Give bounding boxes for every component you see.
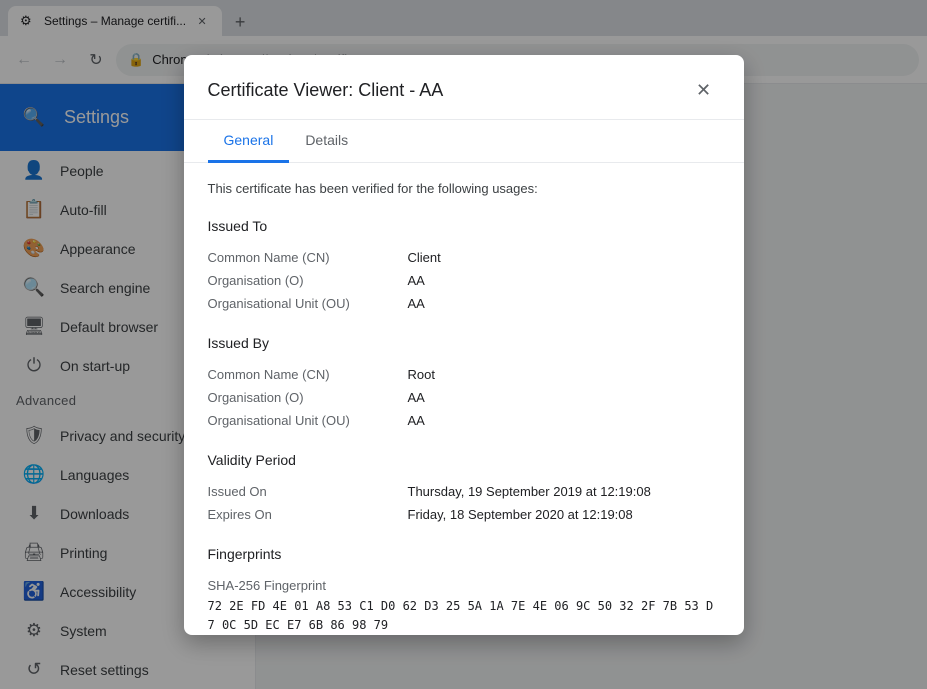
cert-field-name-org-by: Organisation (O) bbox=[208, 390, 408, 405]
cert-field-org-by: Organisation (O) AA bbox=[208, 386, 720, 409]
cert-field-value-cn-to: Client bbox=[408, 250, 441, 265]
cert-field-value-sha256: 72 2E FD 4E 01 A8 53 C1 D0 62 D3 25 5A 1… bbox=[208, 597, 720, 635]
cert-field-name-issued-on: Issued On bbox=[208, 484, 408, 499]
cert-field-ou-to: Organisational Unit (OU) AA bbox=[208, 292, 720, 315]
cert-field-cn-to: Common Name (CN) Client bbox=[208, 246, 720, 269]
cert-field-org-to: Organisation (O) AA bbox=[208, 269, 720, 292]
cert-field-value-org-to: AA bbox=[408, 273, 425, 288]
cert-issued-by-section: Issued By Common Name (CN) Root Organisa… bbox=[208, 335, 720, 432]
cert-field-value-ou-to: AA bbox=[408, 296, 425, 311]
cert-field-name-expires-on: Expires On bbox=[208, 507, 408, 522]
cert-field-value-expires-on: Friday, 18 September 2020 at 12:19:08 bbox=[408, 507, 633, 522]
cert-usage-text: This certificate has been verified for t… bbox=[208, 179, 720, 199]
cert-field-value-ou-by: AA bbox=[408, 413, 425, 428]
modal-header: Certificate Viewer: Client - AA ✕ bbox=[184, 55, 744, 120]
cert-fingerprints-section: Fingerprints SHA-256 Fingerprint 72 2E F… bbox=[208, 546, 720, 635]
cert-field-name-cn-to: Common Name (CN) bbox=[208, 250, 408, 265]
cert-field-name-ou-to: Organisational Unit (OU) bbox=[208, 296, 408, 311]
cert-issued-to-title: Issued To bbox=[208, 218, 720, 234]
modal-title: Certificate Viewer: Client - AA bbox=[208, 80, 444, 101]
certificate-viewer-modal: Certificate Viewer: Client - AA ✕ Genera… bbox=[184, 55, 744, 635]
modal-tabs: General Details bbox=[184, 120, 744, 163]
tab-general[interactable]: General bbox=[208, 120, 290, 163]
cert-field-name-cn-by: Common Name (CN) bbox=[208, 367, 408, 382]
modal-close-button[interactable]: ✕ bbox=[688, 75, 720, 107]
modal-body: This certificate has been verified for t… bbox=[184, 163, 744, 635]
cert-field-ou-by: Organisational Unit (OU) AA bbox=[208, 409, 720, 432]
cert-field-expires-on: Expires On Friday, 18 September 2020 at … bbox=[208, 503, 720, 526]
cert-validity-title: Validity Period bbox=[208, 452, 720, 468]
cert-validity-section: Validity Period Issued On Thursday, 19 S… bbox=[208, 452, 720, 526]
cert-fingerprints-title: Fingerprints bbox=[208, 546, 720, 562]
cert-issued-by-title: Issued By bbox=[208, 335, 720, 351]
cert-issued-to-section: Issued To Common Name (CN) Client Organi… bbox=[208, 218, 720, 315]
tab-details[interactable]: Details bbox=[289, 120, 364, 163]
cert-field-name-org-to: Organisation (O) bbox=[208, 273, 408, 288]
cert-field-name-ou-by: Organisational Unit (OU) bbox=[208, 413, 408, 428]
cert-field-value-org-by: AA bbox=[408, 390, 425, 405]
modal-overlay[interactable]: Certificate Viewer: Client - AA ✕ Genera… bbox=[0, 0, 927, 689]
cert-field-cn-by: Common Name (CN) Root bbox=[208, 363, 720, 386]
cert-field-value-issued-on: Thursday, 19 September 2019 at 12:19:08 bbox=[408, 484, 651, 499]
cert-field-sha256: SHA-256 Fingerprint 72 2E FD 4E 01 A8 53… bbox=[208, 574, 720, 635]
cert-field-issued-on: Issued On Thursday, 19 September 2019 at… bbox=[208, 480, 720, 503]
cert-field-name-sha256: SHA-256 Fingerprint bbox=[208, 578, 408, 593]
cert-field-value-cn-by: Root bbox=[408, 367, 435, 382]
